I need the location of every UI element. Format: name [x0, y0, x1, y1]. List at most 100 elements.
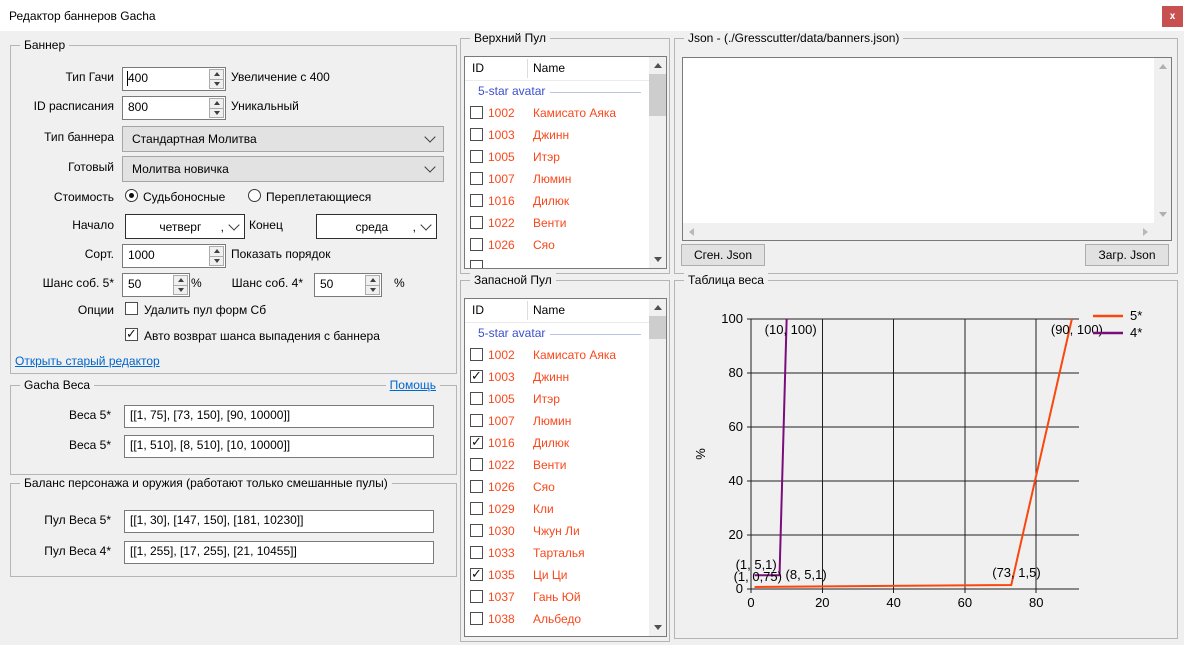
scroll-left-button[interactable]	[683, 223, 700, 240]
svg-text:5*: 5*	[1130, 308, 1142, 323]
pool-row[interactable]: 1002Камисато Аяка	[465, 103, 649, 125]
pool-row[interactable]: 1033Тарталья	[465, 543, 649, 565]
pool-row[interactable]: 1016Дилюк	[465, 191, 649, 213]
auto-return-checkbox[interactable]	[125, 328, 138, 341]
close-button[interactable]: x	[1162, 6, 1183, 27]
pool-row[interactable]: 1007Люмин	[465, 411, 649, 433]
scroll-thumb[interactable]	[649, 74, 666, 116]
pool-row[interactable]: 1035Ци Ци	[465, 565, 649, 587]
schedule-id-input[interactable]: 800	[122, 96, 226, 120]
row-checkbox[interactable]	[470, 480, 483, 493]
pool-row[interactable]: 1038Альбедо	[465, 609, 649, 631]
row-checkbox[interactable]	[470, 524, 483, 537]
chevron-down-icon	[228, 219, 239, 230]
scroll-up-button[interactable]	[1154, 58, 1171, 75]
group-divider	[550, 92, 641, 93]
row-checkbox[interactable]	[470, 612, 483, 625]
pool-row[interactable]: 1003Джинн	[465, 367, 649, 389]
row-checkbox[interactable]	[470, 128, 483, 141]
reserve-pool-list[interactable]: ID Name 5-star avatar1002Камисато Аяка10…	[464, 298, 667, 637]
svg-text:(73, 1,5): (73, 1,5)	[992, 565, 1040, 580]
pool-row[interactable]: 1005Итэр	[465, 389, 649, 411]
col-name: Name	[533, 303, 565, 317]
gacha-type-spinner[interactable]	[209, 69, 224, 89]
pool-row[interactable]: 1026Сяо	[465, 477, 649, 499]
upper-pool-list[interactable]: ID Name 5-star avatar1002Камисато Аяка10…	[464, 56, 667, 269]
schedule-id-spinner[interactable]	[209, 98, 224, 118]
scroll-down-button[interactable]	[1154, 206, 1171, 223]
pool-row[interactable]: 1022Венти	[465, 213, 649, 235]
gacha-type-input[interactable]: 400	[122, 67, 226, 91]
json-hscrollbar[interactable]	[683, 223, 1154, 240]
upper-pool-group: Верхний Пул ID Name 5-star avatar1002Кам…	[460, 38, 670, 274]
cost-radio-intertwined[interactable]	[248, 189, 261, 202]
gacha-type-hint: Увеличение с 400	[231, 70, 330, 84]
pool-weight4-input[interactable]: [[1, 255], [17, 255], [21, 10455]]	[124, 541, 434, 564]
end-day-combobox[interactable]: среда ,	[316, 214, 437, 239]
start-day-combobox[interactable]: четверг ,	[125, 214, 245, 239]
scroll-up-button[interactable]	[649, 299, 666, 316]
row-checkbox[interactable]	[470, 238, 483, 251]
sort-spinner[interactable]	[209, 246, 224, 266]
pool-row[interactable]: 1037Гань Юй	[465, 587, 649, 609]
scroll-down-button[interactable]	[649, 251, 666, 268]
row-id: 1026	[488, 238, 515, 252]
pool-row[interactable]: 1026Сяо	[465, 235, 649, 257]
reserve-pool-scrollbar[interactable]	[649, 299, 666, 636]
load-json-button[interactable]: Загр. Json	[1085, 244, 1169, 266]
open-old-editor-link[interactable]: Открыть старый редактор	[15, 354, 160, 368]
row-checkbox[interactable]	[470, 216, 483, 229]
delete-pool-checkbox[interactable]	[125, 302, 138, 315]
pool-row[interactable]: 1022Венти	[465, 455, 649, 477]
pool-row[interactable]: 1030Чжун Ли	[465, 521, 649, 543]
chance4-input[interactable]: 50	[314, 273, 382, 297]
pool-row[interactable]: 1005Итэр	[465, 147, 649, 169]
pool-row[interactable]: 1007Люмин	[465, 169, 649, 191]
pool-weight5-input[interactable]: [[1, 30], [147, 150], [181, 10230]]	[124, 510, 434, 533]
weights5-input-2[interactable]: [[1, 510], [8, 510], [10, 10000]]	[124, 435, 434, 458]
window-title: Редактор баннеров Gacha	[9, 9, 156, 23]
banner-group: Баннер Тип Гачи 400 Увеличение с 400 ID …	[10, 45, 457, 374]
cost-radio-fate[interactable]	[125, 189, 138, 202]
upper-pool-scrollbar[interactable]	[649, 57, 666, 268]
weights5-input-1[interactable]: [[1, 75], [73, 150], [90, 10000]]	[124, 405, 434, 428]
row-checkbox[interactable]	[470, 590, 483, 603]
chance4-spinner[interactable]	[365, 275, 380, 295]
banner-type-combobox[interactable]: Стандартная Молитва	[122, 126, 444, 152]
row-checkbox[interactable]	[470, 392, 483, 405]
pool-row[interactable]: 1003Джинн	[465, 125, 649, 147]
json-group: Json - (./Gresscutter/data/banners.json)…	[674, 38, 1178, 274]
row-checkbox[interactable]	[470, 546, 483, 559]
scroll-up-button[interactable]	[649, 57, 666, 74]
row-checkbox[interactable]	[470, 172, 483, 185]
col-name: Name	[533, 61, 565, 75]
prefab-combobox[interactable]: Молитва новичка	[122, 156, 444, 182]
pool-row[interactable]: 1002Камисато Аяка	[465, 345, 649, 367]
row-checkbox[interactable]	[470, 568, 483, 581]
json-vscrollbar[interactable]	[1154, 58, 1171, 223]
row-checkbox[interactable]	[470, 348, 483, 361]
scroll-down-button[interactable]	[649, 619, 666, 636]
chance5-input[interactable]: 50	[122, 273, 190, 297]
row-checkbox[interactable]	[470, 414, 483, 427]
generate-json-button[interactable]: Сген. Json	[681, 244, 765, 266]
arrow-up-icon	[654, 305, 662, 310]
pool-row[interactable]: 1029Кли	[465, 499, 649, 521]
sort-input[interactable]: 1000	[122, 244, 226, 268]
row-checkbox[interactable]	[470, 150, 483, 163]
row-checkbox[interactable]	[470, 370, 483, 383]
scroll-right-button[interactable]	[1137, 223, 1154, 240]
upper-pool-title: Верхний Пул	[470, 31, 550, 45]
chance5-spinner[interactable]	[173, 275, 188, 295]
row-checkbox[interactable]	[470, 194, 483, 207]
row-checkbox[interactable]	[470, 458, 483, 471]
row-checkbox[interactable]	[470, 436, 483, 449]
scrollbar-corner	[1154, 223, 1171, 240]
json-textarea[interactable]	[683, 58, 1156, 225]
pool-row[interactable]: 1016Дилюк	[465, 433, 649, 455]
row-checkbox[interactable]	[470, 106, 483, 119]
row-checkbox[interactable]	[470, 502, 483, 515]
help-link[interactable]: Помощь	[386, 378, 440, 392]
scroll-thumb[interactable]	[649, 316, 666, 339]
spin-down-icon	[178, 288, 184, 292]
